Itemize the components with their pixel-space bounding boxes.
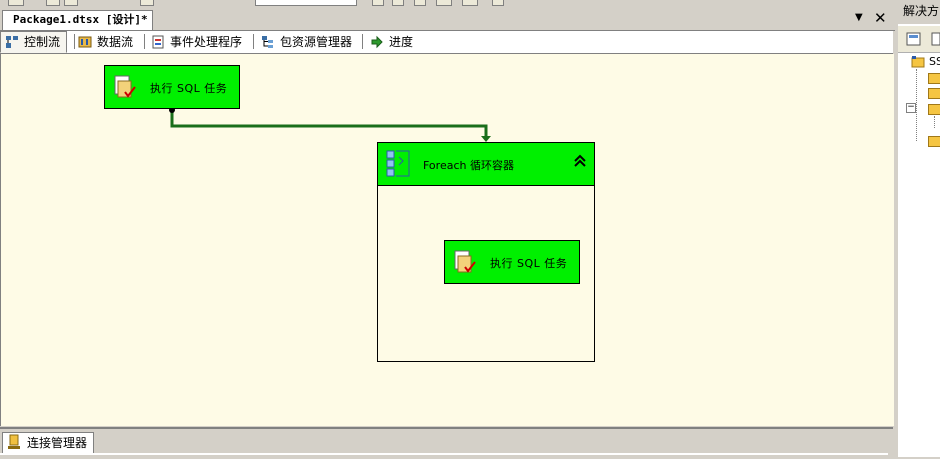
execute-sql-task-2[interactable]: 执行 SQL 任务	[444, 240, 580, 284]
execute-sql-task-1[interactable]: 执行 SQL 任务	[104, 65, 240, 109]
solution-explorer-title: 解决方	[898, 0, 940, 24]
foreach-loop-icon	[385, 149, 413, 182]
tree-line	[916, 69, 917, 141]
panel-content-edge	[0, 453, 888, 455]
execute-sql-task-icon	[112, 75, 138, 101]
container-label: Foreach 循环容器	[423, 159, 514, 172]
collapse-icon[interactable]	[574, 154, 586, 172]
tree-collapse-toggle-icon[interactable]: −	[906, 103, 916, 113]
task-label: 执行 SQL 任务	[490, 257, 568, 270]
folder-icon[interactable]	[928, 104, 940, 115]
tab-label: 连接管理器	[27, 436, 88, 450]
solution-explorer-toolbar	[898, 26, 940, 53]
task-label: 执行 SQL 任务	[150, 82, 228, 95]
solution-tree-root[interactable]: SS	[929, 55, 940, 68]
execute-sql-task-icon	[452, 250, 478, 276]
folder-icon[interactable]	[928, 88, 940, 99]
connection-manager-tab[interactable]: 连接管理器	[2, 432, 95, 453]
project-icon	[911, 55, 925, 72]
properties-icon[interactable]	[906, 31, 922, 50]
show-all-files-icon[interactable]	[931, 31, 940, 50]
folder-icon[interactable]	[928, 73, 940, 84]
folder-icon[interactable]	[928, 136, 940, 147]
tree-line	[934, 116, 935, 128]
